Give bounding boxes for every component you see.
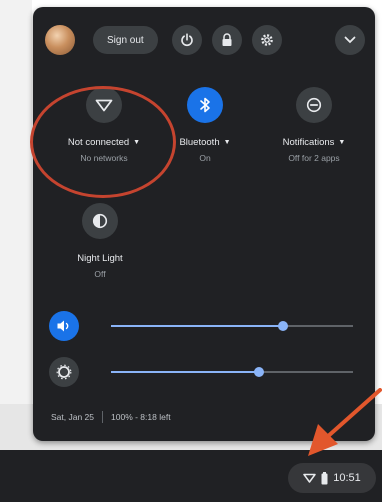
night-light-icon [92, 213, 108, 229]
night-light-status: Off [94, 269, 106, 279]
wifi-icon [303, 473, 316, 483]
notifications-tile: Notifications ▼ Off for 2 apps [259, 87, 369, 163]
network-toggle-button[interactable] [86, 87, 122, 123]
lock-icon [222, 33, 232, 46]
notifications-label: Notifications [282, 137, 335, 148]
brightness-slider-fill [111, 371, 259, 373]
bluetooth-toggle-button[interactable] [187, 87, 223, 123]
brightness-slider[interactable] [111, 367, 353, 377]
battery-status: 100% - 8:18 left [111, 412, 171, 422]
do-not-disturb-icon [306, 97, 322, 113]
power-icon [180, 33, 193, 47]
caret-down-icon: ▼ [338, 139, 346, 146]
network-tile: Not connected ▼ No networks [49, 87, 159, 163]
brightness-icon-holder [49, 357, 79, 387]
bluetooth-status: On [199, 153, 211, 163]
header-row: Sign out [45, 23, 365, 57]
avatar[interactable] [45, 25, 75, 55]
volume-slider-fill [111, 325, 283, 327]
gear-icon [260, 34, 273, 46]
caret-down-icon: ▼ [133, 139, 141, 146]
volume-slider[interactable] [111, 321, 353, 331]
night-light-label-text: Night Light [77, 253, 123, 264]
wifi-icon [95, 99, 113, 112]
bluetooth-icon [200, 97, 210, 113]
volume-row [49, 311, 353, 341]
volume-mute-button[interactable] [49, 311, 79, 341]
caret-down-icon: ▼ [223, 139, 231, 146]
quick-settings-panel: Sign out Not connected ▼ No networks Blu… [33, 7, 375, 441]
chevron-down-icon [344, 36, 356, 44]
bluetooth-label-button[interactable]: Bluetooth ▼ [150, 137, 260, 148]
bluetooth-label: Bluetooth [179, 137, 220, 148]
settings-button[interactable] [251, 25, 282, 55]
date-label[interactable]: Sat, Jan 25 [51, 412, 94, 422]
status-area-button[interactable]: 10:51 [288, 463, 376, 493]
notifications-label-button[interactable]: Notifications ▼ [259, 137, 369, 148]
brightness-icon [56, 364, 72, 380]
brightness-row [49, 357, 353, 387]
power-button[interactable] [171, 25, 202, 55]
notifications-toggle-button[interactable] [296, 87, 332, 123]
screen: Sign out Not connected ▼ No networks Blu… [0, 0, 382, 502]
night-light-label: Night Light [45, 253, 155, 264]
divider [102, 411, 104, 423]
network-label-button[interactable]: Not connected ▼ [49, 137, 159, 148]
battery-icon [321, 471, 328, 484]
collapse-button[interactable] [335, 25, 365, 55]
volume-slider-thumb[interactable] [277, 321, 288, 331]
bluetooth-tile: Bluetooth ▼ On [150, 87, 260, 163]
volume-icon [57, 320, 69, 332]
notifications-status: Off for 2 apps [288, 153, 340, 163]
clock: 10:51 [333, 472, 361, 484]
night-light-toggle-button[interactable] [82, 203, 118, 239]
lock-button[interactable] [211, 25, 242, 55]
brightness-slider-thumb[interactable] [253, 367, 264, 377]
network-label: Not connected [67, 137, 130, 148]
sign-out-button[interactable]: Sign out [93, 26, 158, 54]
network-status: No networks [80, 153, 128, 163]
night-light-tile: Night Light Off [45, 203, 155, 279]
status-footer: Sat, Jan 25 100% - 8:18 left [51, 411, 171, 423]
